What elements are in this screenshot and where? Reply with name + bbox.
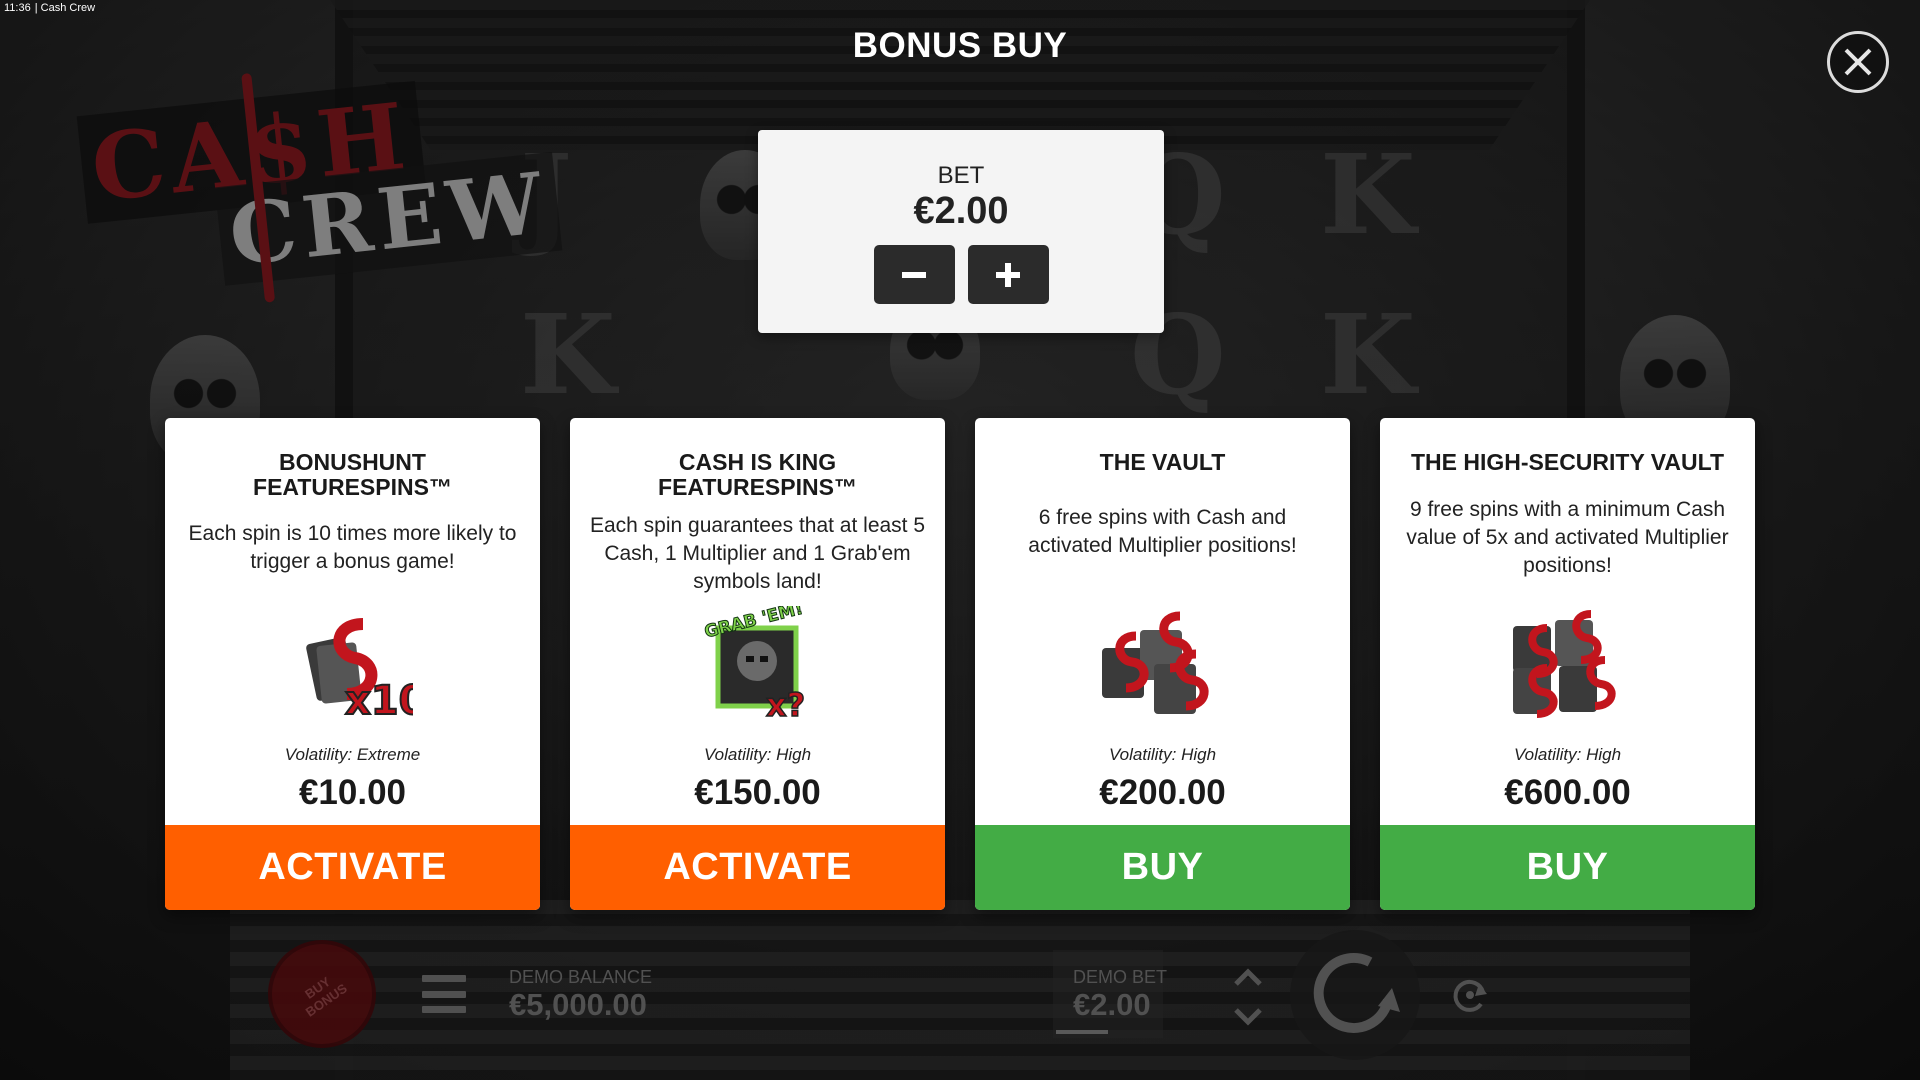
card-art: x10 (165, 603, 540, 728)
bonus-card-bonushunt: BONUSHUNT FEATURESPINS™ Each spin is 10 … (165, 418, 540, 910)
buy-button[interactable]: BUY (1380, 825, 1755, 910)
bet-label: BET (937, 162, 985, 189)
card-description: 6 free spins with Cash and activated Mul… (1028, 506, 1297, 557)
bonus-card-the-vault: THE VAULT 6 free spins with Cash and act… (975, 418, 1350, 910)
card-description: Each spin guarantees that at least 5 Cas… (589, 514, 926, 593)
card-title: BONUSHUNT FEATURESPINS™ (175, 450, 530, 500)
card-price: €10.00 (298, 773, 407, 812)
increase-bet-button[interactable] (967, 245, 1049, 304)
grab-em-icon: GRAB 'EM! x? (702, 606, 806, 725)
activate-button[interactable]: ACTIVATE (570, 825, 945, 910)
close-button[interactable] (1827, 31, 1889, 93)
activate-button[interactable]: ACTIVATE (165, 825, 540, 910)
decrease-bet-button[interactable] (873, 245, 955, 304)
card-price: €150.00 (694, 773, 821, 812)
card-title: THE VAULT (985, 450, 1340, 475)
card-art (975, 603, 1350, 728)
cash-x10-icon: x10 (305, 617, 413, 725)
card-volatility: Volatility: High (1108, 745, 1217, 764)
card-title-line: FEATURESPINS™ (253, 474, 452, 500)
svg-text:x10: x10 (345, 678, 413, 724)
card-title-line: FEATURESPINS™ (658, 474, 857, 500)
card-volatility: Volatility: Extreme (284, 745, 421, 764)
card-title: THE HIGH-SECURITY VAULT (1390, 450, 1745, 475)
cash-stack-icon (1101, 611, 1209, 714)
card-art (1380, 603, 1755, 728)
buy-button[interactable]: BUY (975, 825, 1350, 910)
card-title-line: THE VAULT (1099, 449, 1226, 475)
card-volatility: Volatility: High (703, 745, 812, 764)
card-price: €200.00 (1099, 773, 1226, 812)
card-title-line: CASH IS KING (678, 449, 837, 475)
cash-stack-large-icon (1512, 609, 1615, 718)
app-name: Cash Crew (40, 2, 96, 14)
card-art: GRAB 'EM! x? (570, 603, 945, 728)
dialog-title: BONUS BUY (852, 26, 1068, 65)
card-title-line: BONUSHUNT (279, 449, 426, 475)
clock: 11:36 (4, 2, 31, 14)
bonus-card-cash-is-king: CASH IS KING FEATURESPINS™ Each spin gua… (570, 418, 945, 910)
card-title: CASH IS KING FEATURESPINS™ (580, 450, 935, 500)
bet-value: €2.00 (913, 190, 1009, 232)
system-bar: 11:36 | Cash Crew (4, 2, 96, 14)
card-volatility: Volatility: High (1513, 745, 1622, 764)
minus-icon (902, 271, 926, 278)
multiplier-text: x? (766, 686, 805, 724)
plus-icon (996, 262, 1020, 287)
bet-panel: BET €2.00 (758, 130, 1164, 333)
card-price: €600.00 (1504, 773, 1631, 812)
card-title-line: THE HIGH-SECURITY VAULT (1410, 449, 1725, 475)
card-description: Each spin is 10 times more likely to tri… (188, 522, 517, 573)
bonus-card-high-security-vault: THE HIGH-SECURITY VAULT 9 free spins wit… (1380, 418, 1755, 910)
card-description: 9 free spins with a minimum Cash value o… (1406, 498, 1729, 577)
close-icon (1844, 48, 1872, 76)
